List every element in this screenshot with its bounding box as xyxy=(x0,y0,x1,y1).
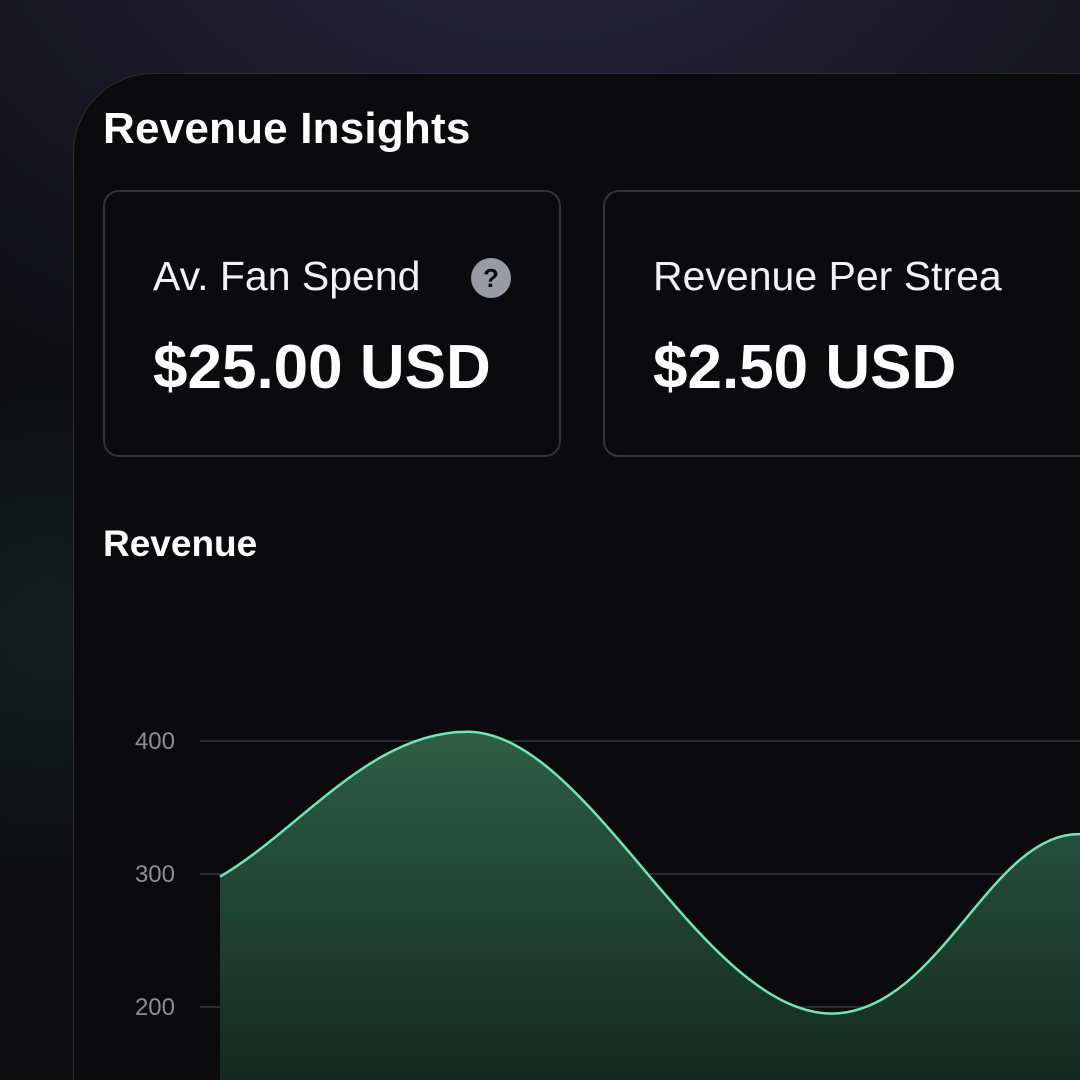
revenue-per-stream-value: $2.50 USD xyxy=(653,333,957,402)
page-title: Revenue Insights xyxy=(103,104,471,153)
revenue-per-stream-card[interactable]: Revenue Per Strea $2.50 USD xyxy=(603,190,1080,457)
help-icon[interactable]: ? xyxy=(471,258,511,298)
fan-spend-value: $25.00 USD xyxy=(153,333,491,402)
revenue-chart-title: Revenue xyxy=(103,523,258,564)
fan-spend-label: Av. Fan Spend xyxy=(153,253,421,299)
revenue-per-stream-label: Revenue Per Strea xyxy=(653,253,1002,299)
fan-spend-card[interactable]: Av. Fan Spend ? $25.00 USD xyxy=(103,190,561,457)
stage: Revenue Insights Av. Fan Spend ? $25.00 … xyxy=(0,0,1080,1080)
